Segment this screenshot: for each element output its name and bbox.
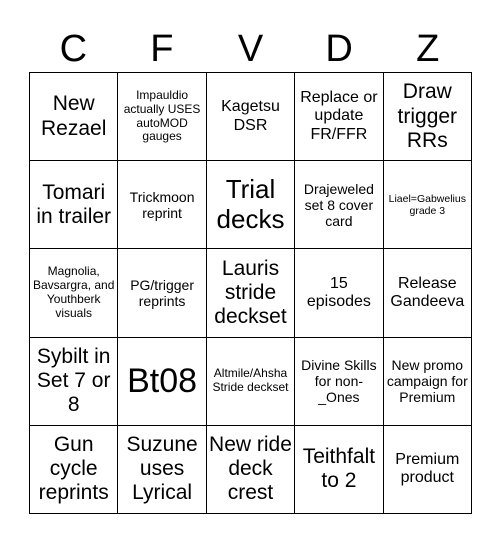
bingo-cell[interactable]: Suzune uses Lyrical <box>118 425 207 514</box>
header-letter: C <box>59 28 88 70</box>
header-letter: Z <box>416 28 440 70</box>
bingo-cell[interactable]: New Rezael <box>30 73 119 162</box>
bingo-cell[interactable]: Trial decks <box>206 161 296 250</box>
header-letter: D <box>325 28 353 70</box>
header-letter: V <box>237 28 264 70</box>
bingo-cell[interactable]: Tomari in trailer <box>30 161 119 250</box>
bingo-cell[interactable]: Bt08 <box>118 337 207 426</box>
bingo-cell[interactable]: Trickmoon reprint <box>118 161 207 250</box>
bingo-cell[interactable]: Liael=Gabwelius grade 3 <box>383 161 472 250</box>
bingo-cell[interactable]: PG/trigger reprints <box>118 249 207 338</box>
bingo-cell[interactable]: Premium product <box>383 425 472 514</box>
bingo-cell[interactable]: Draw trigger RRs <box>383 73 472 162</box>
bingo-cell[interactable]: Replace or update FR/FFR <box>295 73 384 162</box>
bingo-cell[interactable]: Drajeweled set 8 cover card <box>295 161 384 250</box>
header-letter: F <box>150 28 174 70</box>
bingo-cell[interactable]: Gun cycle reprints <box>30 425 119 514</box>
bingo-board: New Rezael Impauldio actually USES autoMO… <box>29 72 472 514</box>
bingo-cell[interactable]: 15 episodes <box>295 249 384 338</box>
bingo-cell[interactable]: Impauldio actually USES autoMOD gauges <box>118 73 207 162</box>
bingo-cell[interactable]: Teithfalt to 2 <box>295 425 384 514</box>
bingo-cell[interactable]: Magnolia, Bavsargra, and Youthberk visua… <box>30 249 119 338</box>
bingo-cell[interactable]: New ride deck crest <box>206 425 296 514</box>
bingo-cell[interactable]: Lauris stride deckset <box>206 249 296 338</box>
bingo-cell[interactable]: Kagetsu DSR <box>206 73 296 162</box>
bingo-cell[interactable]: Divine Skills for non-_Ones <box>295 337 384 426</box>
bingo-cell[interactable]: New promo campaign for Premium <box>383 337 472 426</box>
bingo-cell[interactable]: Release Gandeeva <box>383 249 472 338</box>
bingo-header: C F V D Z <box>29 26 472 72</box>
bingo-cell[interactable]: Sybilt in Set 7 or 8 <box>30 337 119 426</box>
bingo-cell[interactable]: Altmile/Ahsha Stride deckset <box>206 337 296 426</box>
